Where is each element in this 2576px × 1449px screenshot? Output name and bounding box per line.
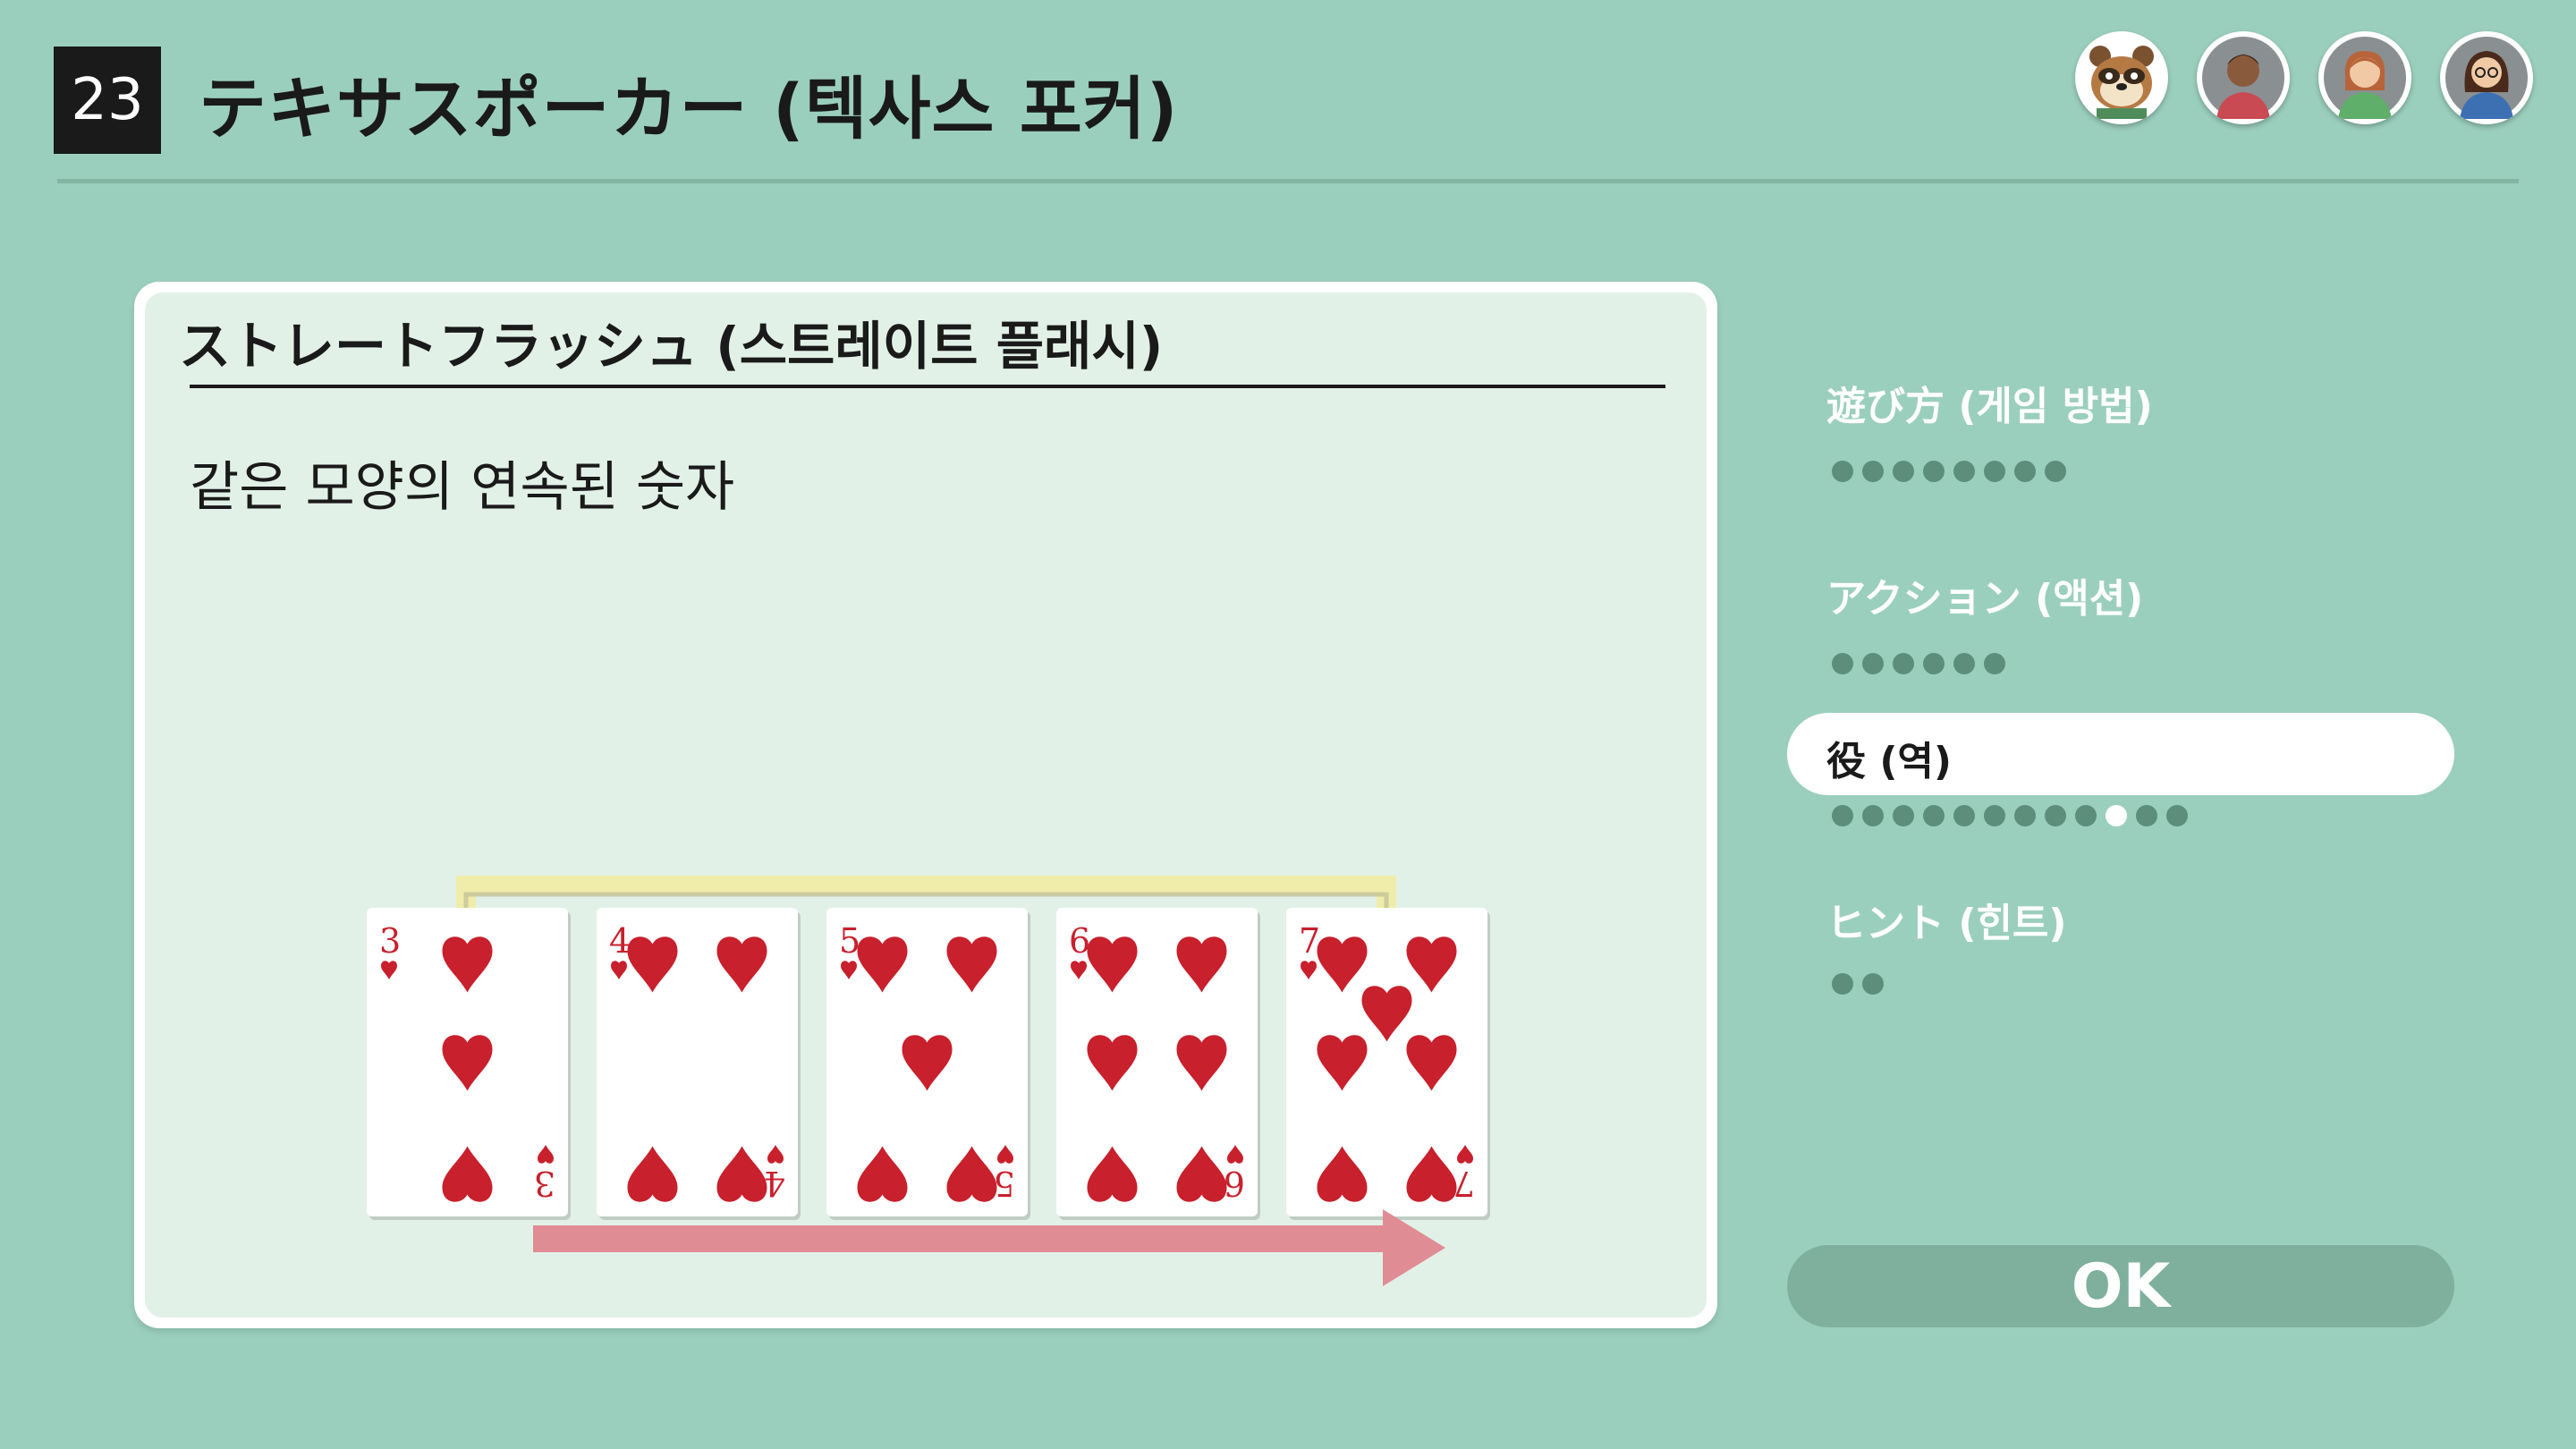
page-dot[interactable] — [2136, 805, 2157, 826]
page-dot[interactable] — [1984, 653, 2005, 674]
header: 23 テキサスポーカー (텍사스 포커) — [0, 0, 2576, 188]
menu-item-label: 役 (역) — [1826, 739, 1953, 784]
menu-item-3[interactable]: 役 (역) — [1787, 713, 2454, 795]
page-dot[interactable] — [1832, 973, 1853, 995]
card-rank: 4 — [609, 921, 631, 961]
playing-card-3: 33 — [367, 908, 571, 1220]
player-avatars — [2075, 31, 2540, 131]
page-dot[interactable] — [1953, 805, 1975, 826]
hand-title: ストレートフラッシュ (스트레이트 플래시) — [179, 316, 1164, 377]
playing-card-5: 55 — [826, 908, 1030, 1220]
page-dot[interactable] — [1984, 805, 2005, 826]
page-dot[interactable] — [1832, 461, 1853, 482]
header-divider — [57, 179, 2519, 183]
page-dot[interactable] — [2045, 805, 2066, 826]
card-rank-inverted: 3 — [534, 1164, 555, 1203]
player-avatar-2 — [2197, 31, 2290, 124]
menu-item-4[interactable]: ヒント (힌트) — [1787, 875, 2454, 957]
card-rank-inverted: 6 — [1224, 1164, 1245, 1203]
page-dot[interactable] — [1862, 973, 1884, 995]
player-avatar-4 — [2440, 31, 2533, 124]
page-dot[interactable] — [1953, 461, 1975, 482]
card-rank: 3 — [379, 921, 401, 961]
sequence-arrow — [533, 1209, 1445, 1286]
player-avatar-3 — [2318, 31, 2411, 124]
menu-item-label: アクション (액션) — [1826, 576, 2144, 622]
page-dot[interactable] — [1832, 805, 1853, 826]
hand-description: 같은 모양의 연속된 숫자 — [190, 456, 735, 519]
page-dot[interactable] — [1953, 653, 1975, 674]
page-dot[interactable] — [1923, 461, 1945, 482]
page-dot[interactable] — [1984, 461, 2005, 482]
page-dot[interactable] — [1862, 461, 1884, 482]
page-dot[interactable] — [2075, 805, 2097, 826]
help-menu: 遊び方 (게임 방법) アクション (액션) 役 (역) ヒント (힌트) — [1787, 358, 2458, 1073]
page-dot[interactable] — [1923, 653, 1945, 674]
page-dot[interactable] — [1893, 653, 1914, 674]
menu-item-1[interactable]: 遊び方 (게임 방법) — [1787, 358, 2454, 440]
menu-item-2[interactable]: アクション (액션) — [1787, 550, 2454, 632]
playing-card-7: 77 — [1286, 908, 1490, 1220]
game-number-badge: 23 — [54, 47, 161, 154]
page-indicator — [1832, 653, 2005, 674]
page-indicator — [1832, 805, 2188, 826]
page-dot[interactable] — [2166, 805, 2188, 826]
page-dot[interactable] — [1923, 805, 1945, 826]
playing-card-4: 44 — [597, 908, 801, 1220]
ok-button[interactable]: OK — [1787, 1245, 2454, 1327]
menu-item-label: ヒント (힌트) — [1826, 901, 2067, 946]
page-dot[interactable] — [1832, 653, 1853, 674]
game-title: テキサスポーカー (텍사스 포커) — [199, 69, 1179, 148]
page-dot[interactable] — [1862, 805, 1884, 826]
tanuki-avatar — [2075, 31, 2168, 124]
page-indicator — [1832, 461, 2066, 482]
page-dot[interactable] — [1862, 653, 1884, 674]
card-rank-inverted: 5 — [994, 1164, 1015, 1203]
card-rank: 7 — [1299, 921, 1320, 961]
card-rank-inverted: 7 — [1453, 1164, 1475, 1203]
hand-title-underline — [190, 385, 1665, 388]
page-dot[interactable] — [2014, 461, 2036, 482]
page-indicator — [1832, 973, 1884, 995]
page-dot[interactable] — [2014, 805, 2036, 826]
straight-flush-illustration: 3344556677 — [367, 876, 1490, 1286]
page-dot[interactable] — [2106, 805, 2127, 826]
playing-card-6: 66 — [1056, 908, 1260, 1220]
card-rank-inverted: 4 — [764, 1164, 785, 1203]
page-dot[interactable] — [2045, 461, 2066, 482]
card-rank: 6 — [1069, 921, 1090, 961]
page-dot[interactable] — [1893, 805, 1914, 826]
card-rank: 5 — [839, 921, 860, 961]
menu-item-label: 遊び方 (게임 방법) — [1826, 384, 2153, 429]
page-dot[interactable] — [1893, 461, 1914, 482]
